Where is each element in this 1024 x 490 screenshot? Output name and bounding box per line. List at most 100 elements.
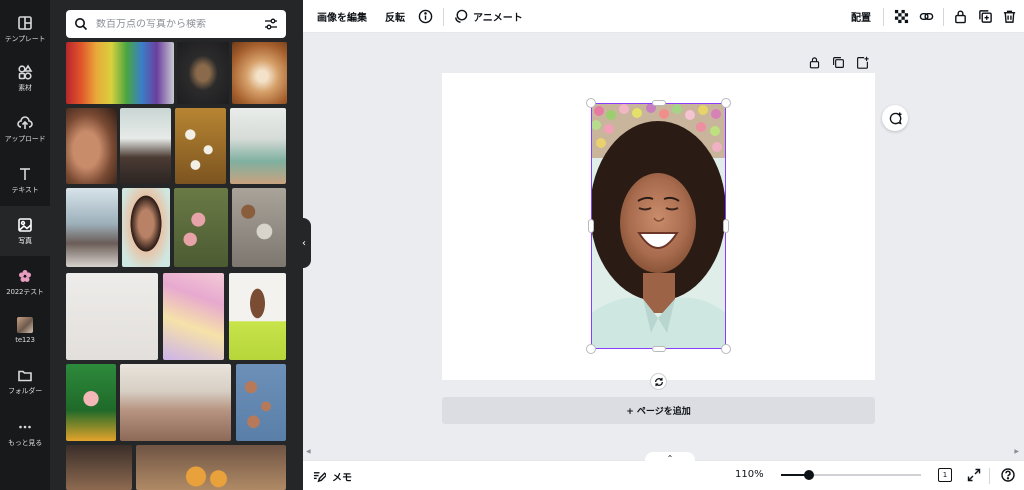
rail-item-label: 2022テスト [6, 287, 44, 296]
photo-thumbnail[interactable] [230, 108, 286, 184]
notes-icon [313, 472, 326, 483]
zoom-slider-knob[interactable] [804, 470, 814, 480]
rail-item-label: 写真 [18, 236, 32, 245]
zoom-slider[interactable] [781, 470, 921, 480]
scroll-right-icon[interactable]: ▶ [1014, 448, 1019, 455]
scroll-left-icon[interactable]: ◀ [306, 448, 311, 455]
search-icon [75, 18, 88, 31]
top-toolbar: 画像を編集 反転 アニメート 配置 [303, 0, 1024, 33]
lock-icon[interactable] [953, 9, 968, 24]
page-count: 1 [938, 468, 952, 482]
expand-pages-button[interactable]: ⌃ [645, 452, 695, 464]
folder-icon [18, 370, 32, 381]
divider [443, 8, 444, 26]
comment-add-icon [889, 111, 902, 125]
photo-thumbnail[interactable] [66, 188, 118, 267]
rail-item-label: te123 [15, 335, 35, 344]
page-lock-icon[interactable] [808, 54, 821, 69]
folder-thumbnail [17, 316, 33, 333]
photo-thumbnail[interactable] [236, 364, 286, 441]
photo-thumbnail[interactable] [177, 42, 229, 104]
fullscreen-icon[interactable] [966, 467, 982, 483]
divider [989, 468, 990, 484]
add-page-button[interactable]: + ページを追加 [442, 397, 875, 424]
resize-handle-right[interactable] [723, 219, 729, 233]
photo-thumbnail[interactable] [163, 273, 224, 360]
position-button[interactable]: 配置 [851, 9, 871, 24]
resize-handle-left[interactable] [588, 219, 594, 233]
link-icon[interactable] [919, 9, 934, 24]
portrait-photo [591, 103, 726, 349]
photo-thumbnail[interactable] [122, 188, 170, 267]
rotate-button[interactable] [650, 373, 667, 390]
zoom-level[interactable]: 110% [735, 469, 764, 480]
transparency-icon[interactable] [894, 9, 909, 24]
photo-thumbnail[interactable] [66, 364, 116, 441]
photo-thumbnail[interactable] [66, 108, 117, 184]
flip-button[interactable]: 反転 [385, 9, 405, 24]
rail-item-2022-test[interactable]: 2022テスト [0, 257, 50, 307]
photo-thumbnail[interactable] [232, 188, 286, 267]
edit-image-button[interactable]: 画像を編集 [317, 9, 367, 24]
photo-thumbnail[interactable] [66, 445, 132, 490]
elements-icon [18, 63, 33, 80]
template-icon [18, 15, 32, 30]
rotate-icon [654, 377, 663, 386]
resize-handle-top-right[interactable] [721, 98, 731, 108]
photo-thumbnail[interactable] [175, 108, 226, 184]
more-icon [19, 425, 31, 428]
help-icon[interactable] [1000, 467, 1016, 483]
page-add-icon[interactable] [856, 54, 869, 69]
resize-handle-top-left[interactable] [586, 98, 596, 108]
rail-item-label: フォルダー [8, 386, 42, 395]
rail-item-templates[interactable]: テンプレート [0, 4, 50, 54]
resize-handle-bottom-right[interactable] [721, 344, 731, 354]
notes-label: メモ [332, 473, 352, 484]
rail-item-label: アップロード [4, 134, 46, 143]
rail-item-elements[interactable]: 素材 [0, 53, 50, 103]
bottom-bar: ⌃ メモ 110% 1 [303, 452, 1024, 490]
chevron-up-icon: ⌃ [666, 453, 674, 463]
divider [883, 8, 884, 26]
rail-item-text[interactable]: テキスト [0, 155, 50, 205]
photo-thumbnail[interactable] [66, 273, 158, 360]
rail-item-uploads[interactable]: アップロード [0, 104, 50, 154]
page-actions [808, 54, 869, 69]
photo-thumbnail[interactable] [120, 364, 231, 441]
rail-item-folders[interactable]: フォルダー [0, 356, 50, 406]
rail-item-more[interactable]: もっと見る [0, 408, 50, 458]
rail-item-photos[interactable]: 写真 [0, 206, 50, 256]
resize-handle-bottom-left[interactable] [586, 344, 596, 354]
page-duplicate-icon[interactable] [832, 54, 845, 68]
collapse-panel-button[interactable]: ‹ [297, 218, 311, 268]
search-input[interactable] [96, 18, 264, 30]
animate-icon[interactable] [453, 9, 468, 24]
upload-icon [17, 115, 33, 129]
rail-item-te123[interactable]: te123 [0, 305, 50, 355]
text-icon [20, 167, 30, 180]
photo-thumbnail[interactable] [120, 108, 171, 184]
info-icon[interactable] [418, 9, 433, 24]
resize-handle-top[interactable] [652, 100, 666, 106]
photo-thumbnail[interactable] [136, 445, 286, 490]
photo-thumbnail[interactable] [229, 273, 286, 360]
filter-icon[interactable] [264, 17, 278, 31]
divider [943, 8, 944, 26]
add-comment-button[interactable] [882, 105, 908, 131]
photo-thumbnail[interactable] [66, 42, 174, 104]
notes-button[interactable]: メモ [313, 469, 352, 484]
photo-thumbnail[interactable] [174, 188, 228, 267]
page-count-button[interactable]: 1 [937, 467, 953, 483]
chevron-left-icon: ‹ [302, 237, 306, 249]
trash-icon[interactable] [1002, 9, 1017, 24]
photo-thumbnail[interactable] [232, 42, 287, 104]
flower-icon [19, 269, 31, 282]
animate-button[interactable]: アニメート [473, 9, 523, 24]
rail-item-label: もっと見る [8, 438, 42, 447]
rail-item-label: 素材 [18, 83, 32, 92]
resize-handle-bottom[interactable] [652, 346, 666, 352]
search-bar[interactable] [66, 10, 286, 38]
selected-photo[interactable] [591, 103, 726, 349]
duplicate-icon[interactable] [978, 9, 993, 24]
photos-panel [50, 0, 303, 490]
